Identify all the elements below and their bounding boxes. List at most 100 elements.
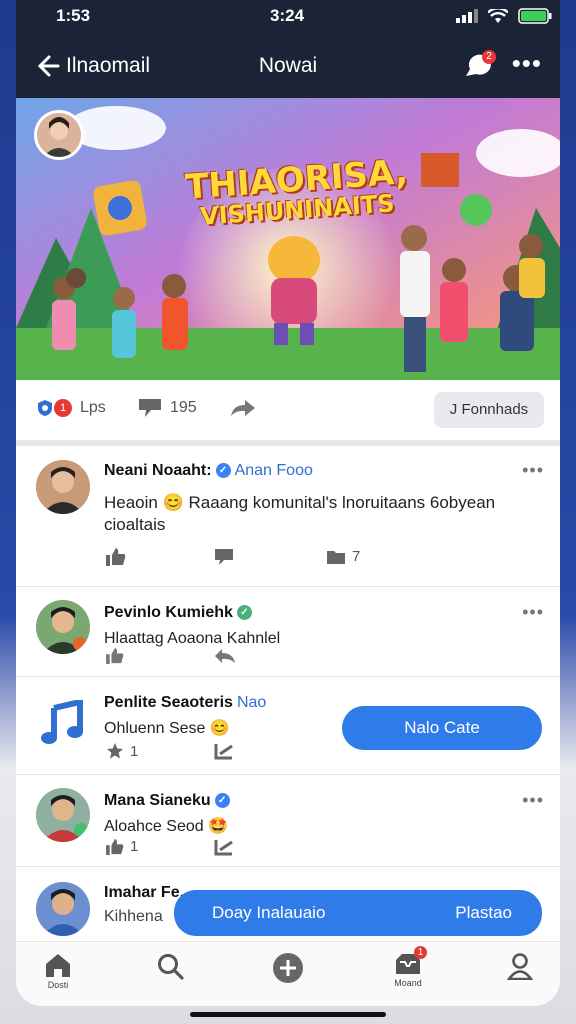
author-name-text: Penlite Seaoteris xyxy=(104,694,233,711)
thumbs-up-icon xyxy=(106,548,126,566)
author-name-text: Neani Noaaht: xyxy=(104,462,212,479)
thumbs-up-icon xyxy=(106,838,124,855)
nav-search[interactable] xyxy=(140,952,200,982)
reshare-icon xyxy=(214,744,233,760)
messages-badge: 2 xyxy=(482,50,496,64)
post-text-body: Ohluenn Sese xyxy=(104,720,206,737)
comment-action[interactable]: 195 xyxy=(138,398,197,418)
thumbs-up-icon xyxy=(106,648,124,664)
like-button[interactable] xyxy=(106,548,126,566)
post-actions: 1 Lps 195 J Fonnhads xyxy=(16,380,560,446)
avatar[interactable] xyxy=(36,882,90,936)
folder-share-icon xyxy=(327,550,345,564)
action-banner-button[interactable]: Doay Inalauaio Plastao xyxy=(174,890,542,936)
home-icon xyxy=(46,954,70,977)
post-text: Aloahce Seod 🤩 xyxy=(104,816,228,836)
cover-banner: THIAORISA, VISHUNINAITS xyxy=(16,98,560,380)
item-more-icon[interactable]: ••• xyxy=(522,602,544,623)
post-text-start: Heaoin xyxy=(104,493,158,512)
verified-badge-icon: ✓ xyxy=(214,793,230,809)
music-note-icon xyxy=(40,698,84,751)
reshare-button[interactable] xyxy=(214,742,234,760)
nav-notifications-label: Moand xyxy=(394,978,422,988)
like-count: 1 xyxy=(130,838,139,855)
emoji-icon: 😊 xyxy=(209,720,230,737)
battery-icon xyxy=(518,8,552,24)
emoji-icon: 😊 xyxy=(162,493,184,512)
messages-button[interactable]: 2 xyxy=(462,50,496,82)
avatar[interactable] xyxy=(36,600,90,654)
post-text: Heaoin 😊 Raaang komunital's lnoruitaans … xyxy=(104,492,544,536)
signal-icon xyxy=(456,9,478,23)
search-icon xyxy=(158,954,184,980)
profile-avatar[interactable] xyxy=(34,110,84,160)
list-item[interactable]: Mana Sianeku ✓ ••• Aloahce Seod 🤩 1 xyxy=(16,774,560,867)
plus-circle-icon xyxy=(273,953,303,983)
post-text-body: Aloahce Seod xyxy=(104,818,204,835)
star-button[interactable]: 1 xyxy=(106,742,138,760)
list-item[interactable]: Penlite Seaoteris Nao Ohluenn Sese 😊 1 Na… xyxy=(16,676,560,775)
like-action[interactable]: 1 Lps xyxy=(36,398,106,418)
share-button[interactable]: 7 xyxy=(326,548,360,565)
status-icons xyxy=(456,8,552,24)
verified-badge-icon: ✓ xyxy=(215,463,231,479)
comment-count: 195 xyxy=(170,399,197,416)
person-avatar-icon xyxy=(36,788,90,842)
post-text: Ohluenn Sese 😊 xyxy=(104,718,230,738)
reshare-icon xyxy=(214,840,233,856)
share-action[interactable] xyxy=(230,398,256,418)
primary-action-button[interactable]: Nalo Cate xyxy=(342,706,542,750)
author-name: Mana Sianeku ✓ xyxy=(104,792,230,810)
verified-badge-icon: ✓ xyxy=(236,605,252,621)
person-avatar-icon xyxy=(36,600,90,654)
author-name: Neani Noaaht: ✓ Anan Fooo xyxy=(104,462,313,480)
more-options-icon[interactable]: ••• xyxy=(512,48,542,79)
status-clock: 3:24 xyxy=(270,6,305,25)
avatar[interactable] xyxy=(36,788,90,842)
comment-icon xyxy=(215,549,233,565)
share-count: 7 xyxy=(352,548,361,565)
action-banner-left: Doay Inalauaio xyxy=(212,903,326,922)
item-more-icon[interactable]: ••• xyxy=(522,790,544,811)
followers-chip[interactable]: J Fonnhads xyxy=(434,392,544,428)
like-badge: 1 xyxy=(54,399,72,417)
comment-button[interactable] xyxy=(214,548,234,566)
nav-create[interactable] xyxy=(258,952,318,986)
banner-illustration xyxy=(16,98,560,380)
status-time: 1:53 xyxy=(56,6,91,25)
avatar[interactable] xyxy=(36,460,90,514)
like-button[interactable]: 1 xyxy=(106,838,138,855)
reply-arrow-icon xyxy=(215,649,235,663)
item-more-icon[interactable]: ••• xyxy=(522,460,544,481)
list-item[interactable]: Neani Noaaht: ✓ Anan Fooo ••• Heaoin 😊 Raa… xyxy=(16,446,560,587)
author-name-text: Mana Sianeku xyxy=(104,792,211,809)
person-avatar-icon xyxy=(36,460,90,514)
reply-button[interactable] xyxy=(214,648,236,664)
nav-profile[interactable] xyxy=(490,952,550,982)
bottom-navigation: Dosti 1 Moand xyxy=(16,941,560,1006)
nav-home[interactable]: Dosti xyxy=(28,952,88,990)
author-link[interactable]: Anan Fooo xyxy=(235,462,313,479)
home-indicator[interactable] xyxy=(190,1012,386,1017)
action-banner-right: Plastao xyxy=(455,903,512,922)
nav-notifications[interactable]: 1 Moand xyxy=(378,946,438,988)
author-name: Penlite Seaoteris Nao xyxy=(104,694,266,712)
list-item[interactable]: Pevinlo Kumiehk ✓ ••• Hlaattag Aoaona Kah… xyxy=(16,586,560,677)
profile-icon xyxy=(506,953,534,981)
reshare-button[interactable] xyxy=(214,838,234,856)
like-count: Lps xyxy=(80,399,106,416)
phone-screen: 1:53 3:24 Ilnaomail Nowai 2 ••• THIAORIS… xyxy=(16,0,560,1006)
comment-icon xyxy=(139,399,161,417)
share-arrow-icon xyxy=(231,400,255,416)
app-bar: Ilnaomail Nowai 2 ••• xyxy=(16,46,560,88)
author-name-text: Pevinlo Kumiehk xyxy=(104,604,233,621)
author-link[interactable]: Nao xyxy=(237,694,266,711)
like-button[interactable] xyxy=(106,648,124,664)
post-text: Kihhena xyxy=(104,908,163,925)
author-name: Pevinlo Kumiehk ✓ xyxy=(104,604,252,622)
person-avatar-icon xyxy=(36,882,90,936)
emoji-icon: 🤩 xyxy=(208,818,229,835)
top-bar: 1:53 3:24 Ilnaomail Nowai 2 ••• xyxy=(16,0,560,98)
shield-like-icon xyxy=(38,400,52,416)
status-bar: 1:53 3:24 xyxy=(16,6,560,28)
